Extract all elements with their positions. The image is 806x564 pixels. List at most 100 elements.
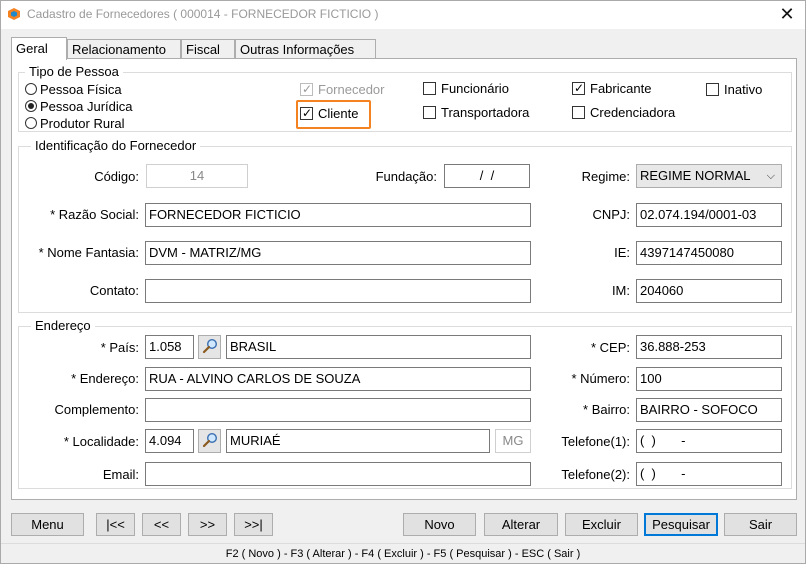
checkbox-label: Fabricante <box>590 81 652 96</box>
nome-fantasia-label: * Nome Fantasia: <box>38 245 139 260</box>
contato-field[interactable] <box>145 279 531 303</box>
first-record-button[interactable]: |<< <box>96 513 135 536</box>
checkbox-fornecedor: ✓ Fornecedor <box>300 81 384 98</box>
bairro-label: * Bairro: <box>583 402 630 417</box>
checkbox-inativo[interactable]: Inativo <box>706 81 762 98</box>
checkbox-label: Fornecedor <box>318 82 385 97</box>
identificacao-legend: Identificação do Fornecedor <box>31 138 201 153</box>
tab-relacionamento[interactable]: Relacionamento <box>67 39 181 59</box>
cep-label: * CEP: <box>590 340 630 355</box>
title-bar: Cadastro de Fornecedores ( 000014 - FORN… <box>1 1 805 29</box>
tipo-pessoa-group <box>18 72 792 132</box>
tab-geral[interactable]: Geral <box>11 37 67 60</box>
checkbox-fabricante[interactable]: ✓ Fabricante <box>572 80 651 97</box>
radio-indicator <box>25 100 37 112</box>
telefone2-label: Telefone(2): <box>561 467 630 482</box>
tab-fiscal[interactable]: Fiscal <box>181 39 235 59</box>
previous-record-button[interactable]: << <box>142 513 181 536</box>
pais-codigo-field[interactable]: 1.058 <box>145 335 194 359</box>
checkbox-label: Inativo <box>724 82 763 97</box>
radio-produtor-rural[interactable]: Produtor Rural <box>25 115 125 131</box>
endereco-label: * Endereço: <box>71 371 139 386</box>
checkbox-indicator: ✓ <box>300 106 313 120</box>
last-record-button[interactable]: >>| <box>234 513 273 536</box>
endereco-field[interactable]: RUA - ALVINO CARLOS DE SOUZA <box>145 367 531 391</box>
cep-field[interactable]: 36.888-253 <box>636 335 782 359</box>
complemento-label: Complemento: <box>54 402 139 417</box>
bairro-field[interactable]: BAIRRO - SOFOCO <box>636 398 782 422</box>
checkbox-transportadora[interactable]: Transportadora <box>423 104 529 121</box>
numero-field[interactable]: 100 <box>636 367 782 391</box>
uf-field: MG <box>495 429 531 453</box>
numero-label: * Número: <box>571 371 630 386</box>
radio-pessoa-fisica[interactable]: Pessoa Física <box>25 81 122 97</box>
cnpj-field[interactable]: 02.074.194/0001-03 <box>636 203 782 227</box>
checkbox-indicator <box>423 82 436 95</box>
contato-label: Contato: <box>89 283 139 298</box>
checkbox-label: Transportadora <box>441 105 530 120</box>
codigo-field: 14 <box>146 164 248 188</box>
radio-indicator <box>25 117 37 129</box>
checkbox-credenciadora[interactable]: Credenciadora <box>572 104 675 121</box>
tab-outras-informacoes[interactable]: Outras Informações <box>235 39 376 59</box>
complemento-field[interactable] <box>145 398 531 422</box>
nome-fantasia-field[interactable]: DVM - MATRIZ/MG <box>145 241 531 265</box>
ie-field[interactable]: 4397147450080 <box>636 241 782 265</box>
pesquisar-button[interactable]: Pesquisar <box>644 513 718 536</box>
tipo-pessoa-legend: Tipo de Pessoa <box>25 64 123 79</box>
excluir-button[interactable]: Excluir <box>565 513 638 536</box>
chevron-down-icon: ⌵ <box>766 170 775 182</box>
radio-pessoa-juridica[interactable]: Pessoa Jurídica <box>25 98 133 114</box>
fundacao-label: Fundação: <box>375 169 437 184</box>
sair-button[interactable]: Sair <box>724 513 797 536</box>
magnifier-icon <box>202 338 218 357</box>
radio-indicator <box>25 83 37 95</box>
cnpj-label: CNPJ: <box>592 207 630 222</box>
radio-label: Produtor Rural <box>40 115 125 131</box>
next-record-button[interactable]: >> <box>188 513 227 536</box>
window-title: Cadastro de Fornecedores ( 000014 - FORN… <box>27 7 379 21</box>
endereco-legend: Endereço <box>31 318 95 333</box>
pais-nome-field[interactable]: BRASIL <box>226 335 531 359</box>
ie-label: IE: <box>614 245 630 260</box>
localidade-nome-field[interactable]: MURIAÉ <box>226 429 490 453</box>
telefone2-field[interactable]: ( ) - <box>636 462 782 486</box>
pais-label: * País: <box>100 340 139 355</box>
radio-label: Pessoa Física <box>40 81 122 97</box>
pais-search-button[interactable] <box>198 335 221 359</box>
telefone1-label: Telefone(1): <box>561 434 630 449</box>
close-icon[interactable]: ✕ <box>777 4 797 24</box>
email-label: Email: <box>102 467 139 482</box>
razao-social-field[interactable]: FORNECEDOR FICTICIO <box>145 203 531 227</box>
localidade-search-button[interactable] <box>198 429 221 453</box>
im-label: IM: <box>611 283 630 298</box>
fundacao-field[interactable]: / / <box>444 164 530 188</box>
checkbox-indicator <box>423 106 436 119</box>
main-window: Cadastro de Fornecedores ( 000014 - FORN… <box>0 0 806 564</box>
checkbox-indicator <box>706 83 719 96</box>
checkbox-indicator: ✓ <box>572 81 585 95</box>
checkbox-label: Cliente <box>318 106 359 121</box>
checkbox-label: Credenciadora <box>590 105 676 120</box>
novo-button[interactable]: Novo <box>403 513 476 536</box>
alterar-button[interactable]: Alterar <box>484 513 558 536</box>
app-logo-icon <box>7 7 21 21</box>
regime-label: Regime: <box>581 169 630 184</box>
shortcut-bar: F2 ( Novo ) - F3 ( Alterar ) - F4 ( Excl… <box>1 543 805 563</box>
checkbox-indicator <box>572 106 585 119</box>
magnifier-icon <box>202 432 218 451</box>
razao-social-label: * Razão Social: <box>50 207 139 222</box>
regime-value: REGIME NORMAL <box>640 168 751 183</box>
regime-select[interactable]: REGIME NORMAL ⌵ <box>636 164 782 188</box>
localidade-label: * Localidade: <box>63 434 139 449</box>
radio-label: Pessoa Jurídica <box>40 98 133 114</box>
checkbox-cliente[interactable]: ✓ Cliente <box>300 105 358 122</box>
localidade-codigo-field[interactable]: 4.094 <box>145 429 194 453</box>
telefone1-field[interactable]: ( ) - <box>636 429 782 453</box>
menu-button[interactable]: Menu <box>11 513 84 536</box>
checkbox-label: Funcionário <box>441 81 509 96</box>
im-field[interactable]: 204060 <box>636 279 782 303</box>
checkbox-funcionario[interactable]: Funcionário <box>423 80 509 97</box>
codigo-label: Código: <box>94 169 139 184</box>
email-field[interactable] <box>145 462 531 486</box>
